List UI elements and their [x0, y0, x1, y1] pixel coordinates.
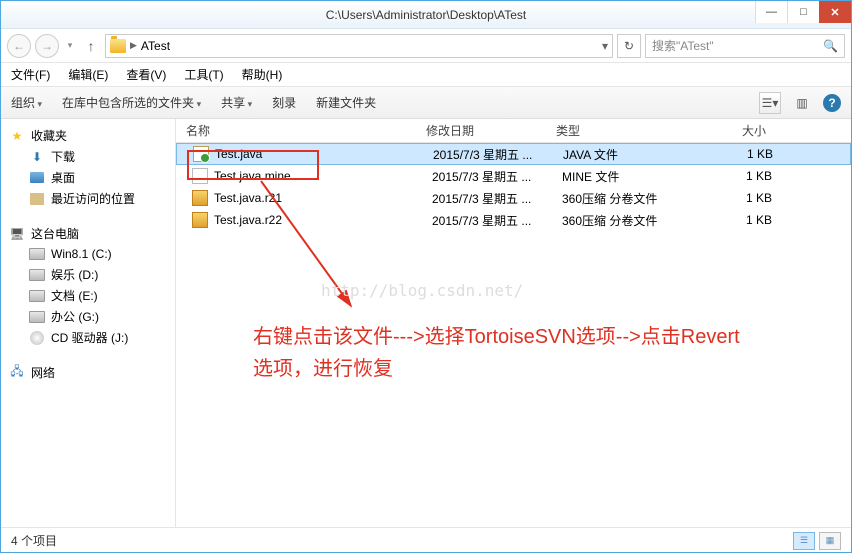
file-size: 1 KB: [682, 191, 792, 205]
sidebar-drive[interactable]: 文档 (E:): [1, 285, 175, 306]
main-area: ★ 收藏夹 ⬇ 下载 桌面 最近访问的位置 🖥 这台电脑 Win8.1 (C:)…: [1, 119, 851, 527]
file-size: 1 KB: [682, 169, 792, 183]
col-date[interactable]: 修改日期: [426, 122, 556, 139]
java-file-icon: [193, 146, 209, 162]
organize-button[interactable]: 组织: [11, 94, 42, 111]
drive-icon: [30, 331, 44, 345]
drive-icon: [29, 248, 45, 260]
sidebar-desktop[interactable]: 桌面: [1, 167, 175, 188]
history-dropdown[interactable]: ▾: [63, 40, 77, 51]
zip-file-icon: [192, 190, 208, 206]
file-date: 2015/7/3 星期五 ...: [433, 146, 563, 163]
zip-file-icon: [192, 212, 208, 228]
back-button[interactable]: ←: [7, 34, 31, 58]
close-button[interactable]: ✕: [819, 1, 851, 23]
forward-button[interactable]: →: [35, 34, 59, 58]
file-row[interactable]: Test.java 2015/7/3 星期五 ...JAVA 文件1 KB: [176, 143, 851, 165]
txt-file-icon: [192, 168, 208, 184]
network-icon: 🖧: [9, 365, 25, 381]
window-title: C:\Users\Administrator\Desktop\ATest: [326, 8, 527, 22]
file-date: 2015/7/3 星期五 ...: [432, 190, 562, 207]
file-name: Test.java.r22: [214, 213, 282, 227]
drive-icon: [29, 311, 45, 323]
file-row[interactable]: Test.java.r22 2015/7/3 星期五 ...360压缩 分卷文件1…: [176, 209, 851, 231]
file-size: 1 KB: [682, 213, 792, 227]
include-button[interactable]: 在库中包含所选的文件夹: [62, 94, 201, 111]
recent-icon: [30, 193, 44, 205]
search-placeholder: 搜索"ATest": [652, 37, 714, 54]
thispc-group[interactable]: 🖥 这台电脑: [1, 223, 175, 244]
file-type: 360压缩 分卷文件: [562, 190, 682, 207]
navigation-pane: ★ 收藏夹 ⬇ 下载 桌面 最近访问的位置 🖥 这台电脑 Win8.1 (C:)…: [1, 119, 176, 527]
details-view-button[interactable]: ☰: [793, 532, 815, 550]
network-group[interactable]: 🖧 网络: [1, 362, 175, 383]
column-headers: 名称 修改日期 类型 大小: [176, 119, 851, 143]
menu-file[interactable]: 文件(F): [11, 66, 50, 83]
sidebar-drive[interactable]: 娱乐 (D:): [1, 264, 175, 285]
search-icon: 🔍: [823, 39, 838, 53]
col-name[interactable]: 名称: [176, 122, 426, 139]
col-size[interactable]: 大小: [676, 122, 786, 139]
title-bar: C:\Users\Administrator\Desktop\ATest — □…: [1, 1, 851, 29]
newfolder-button[interactable]: 新建文件夹: [316, 94, 376, 111]
sidebar-drive[interactable]: Win8.1 (C:): [1, 244, 175, 264]
address-bar: ← → ▾ ↑ ▶ ATest ▾ ↻ 搜索"ATest" 🔍: [1, 29, 851, 63]
folder-icon: [110, 39, 126, 53]
file-name: Test.java: [215, 147, 262, 161]
status-bar: 4 个项目 ☰ ▦: [1, 527, 851, 553]
help-icon[interactable]: ?: [823, 94, 841, 112]
search-box[interactable]: 搜索"ATest" 🔍: [645, 34, 845, 58]
download-icon: ⬇: [29, 149, 45, 165]
window-controls: — □ ✕: [755, 1, 851, 23]
file-date: 2015/7/3 星期五 ...: [432, 168, 562, 185]
sidebar-recent[interactable]: 最近访问的位置: [1, 188, 175, 209]
file-row[interactable]: Test.java.mine 2015/7/3 星期五 ...MINE 文件1 K…: [176, 165, 851, 187]
favorites-group[interactable]: ★ 收藏夹: [1, 125, 175, 146]
file-type: 360压缩 分卷文件: [562, 212, 682, 229]
col-type[interactable]: 类型: [556, 122, 676, 139]
sidebar-downloads[interactable]: ⬇ 下载: [1, 146, 175, 167]
refresh-button[interactable]: ↻: [617, 34, 641, 58]
up-button[interactable]: ↑: [81, 38, 101, 54]
file-type: MINE 文件: [562, 168, 682, 185]
sidebar-drive[interactable]: CD 驱动器 (J:): [1, 327, 175, 348]
view-options-button[interactable]: ☰▾: [759, 92, 781, 114]
file-name: Test.java.mine: [214, 169, 291, 183]
file-row[interactable]: Test.java.r21 2015/7/3 星期五 ...360压缩 分卷文件1…: [176, 187, 851, 209]
file-name: Test.java.r21: [214, 191, 282, 205]
file-list-pane: 名称 修改日期 类型 大小 Test.java2015/7/3 星期五 ...J…: [176, 119, 851, 527]
preview-pane-button[interactable]: ▥: [791, 92, 813, 114]
menu-tools[interactable]: 工具(T): [184, 66, 223, 83]
path-box[interactable]: ▶ ATest ▾: [105, 34, 613, 58]
file-type: JAVA 文件: [563, 146, 683, 163]
minimize-button[interactable]: —: [755, 1, 787, 23]
share-button[interactable]: 共享: [221, 94, 252, 111]
maximize-button[interactable]: □: [787, 1, 819, 23]
desktop-icon: [30, 172, 44, 183]
icons-view-button[interactable]: ▦: [819, 532, 841, 550]
toolbar: 组织 在库中包含所选的文件夹 共享 刻录 新建文件夹 ☰▾ ▥ ?: [1, 87, 851, 119]
menu-view[interactable]: 查看(V): [126, 66, 166, 83]
menu-edit[interactable]: 编辑(E): [68, 66, 108, 83]
path-dropdown[interactable]: ▾: [174, 39, 608, 53]
file-date: 2015/7/3 星期五 ...: [432, 212, 562, 229]
computer-icon: 🖥: [9, 226, 25, 242]
file-size: 1 KB: [683, 147, 793, 161]
drive-icon: [29, 269, 45, 281]
sidebar-drive[interactable]: 办公 (G:): [1, 306, 175, 327]
menu-help[interactable]: 帮助(H): [242, 66, 283, 83]
drive-icon: [29, 290, 45, 302]
path-segment[interactable]: ATest: [141, 39, 170, 53]
chevron-right-icon: ▶: [130, 40, 137, 51]
burn-button[interactable]: 刻录: [272, 94, 296, 111]
menu-bar: 文件(F) 编辑(E) 查看(V) 工具(T) 帮助(H): [1, 63, 851, 87]
item-count: 4 个项目: [11, 532, 57, 549]
star-icon: ★: [9, 128, 25, 144]
